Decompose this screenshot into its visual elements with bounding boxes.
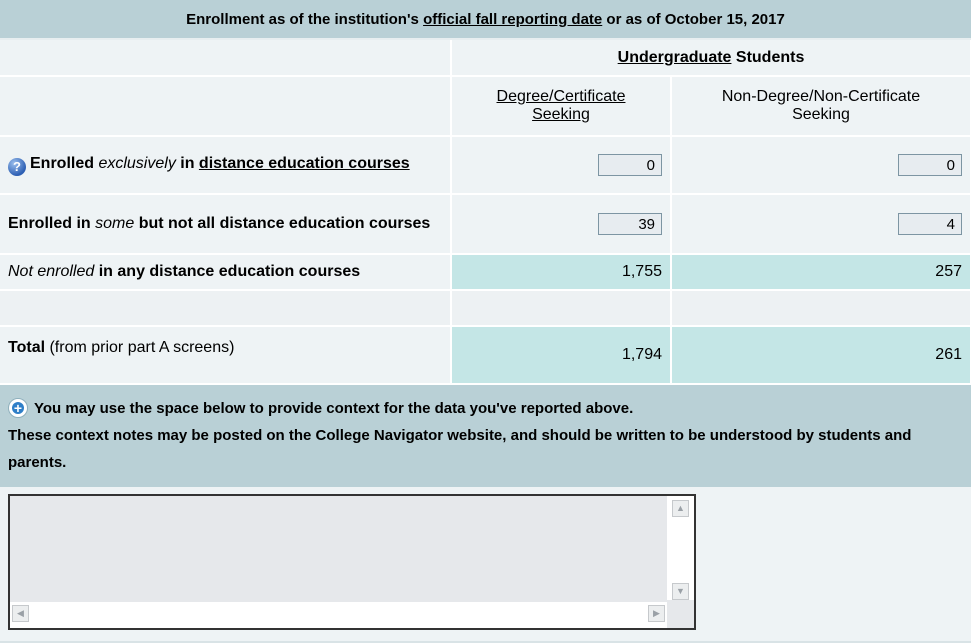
not-enrolled-degree-value: 1,755 (451, 254, 672, 291)
exclusive-non-degree-input[interactable]: 0 (898, 154, 962, 176)
table-row-exclusive: ? Enrolled exclusively in distance educat… (0, 136, 971, 195)
title-prefix: Enrollment as of the institution's (186, 10, 419, 28)
table-row-some: Enrolled in some but not all distance ed… (0, 194, 971, 255)
notes-container: ▲ ▼ ◀ ▶ (0, 487, 971, 643)
some-degree-input[interactable]: 39 (598, 213, 662, 235)
add-context-icon[interactable] (8, 398, 28, 418)
row-label-total: Total (from prior part A screens) (0, 326, 452, 385)
divider (0, 641, 971, 643)
column-header-row: Degree/Certificate Seeking Non-Degree/Non… (0, 76, 971, 137)
row-label-not-enrolled: Not enrolled in any distance education c… (0, 254, 452, 291)
horizontal-scrollbar[interactable]: ◀ ▶ (10, 602, 667, 628)
context-notes-header: You may use the space below to provide c… (0, 385, 971, 487)
non-degree-seeking-header: Non-Degree/Non-Certificate Seeking (671, 76, 971, 137)
row-label-exclusive: ? Enrolled exclusively in distance educat… (0, 136, 452, 195)
enrollment-form: Enrollment as of the institution's offic… (0, 0, 971, 644)
scroll-right-icon[interactable]: ▶ (648, 605, 665, 622)
scroll-left-icon[interactable]: ◀ (12, 605, 29, 622)
table-row-not-enrolled: Not enrolled in any distance education c… (0, 254, 971, 291)
context-line-2: These context notes may be posted on the… (8, 427, 912, 471)
page-title: Enrollment as of the institution's offic… (0, 0, 971, 40)
context-notes-textarea[interactable]: ▲ ▼ ◀ ▶ (8, 494, 696, 630)
enrollment-table: Undergraduate Students Degree/Certificat… (0, 40, 971, 385)
official-reporting-date-link[interactable]: official fall reporting date (423, 11, 602, 28)
undergraduate-header: Undergraduate Students (451, 40, 971, 77)
scroll-up-icon[interactable]: ▲ (672, 500, 689, 517)
group-header-row: Undergraduate Students (0, 40, 971, 77)
context-line-1: You may use the space below to provide c… (34, 400, 634, 417)
title-suffix: or as of October 15, 2017 (606, 10, 785, 28)
undergraduate-link[interactable]: Undergraduate (618, 49, 732, 66)
degree-seeking-header: Degree/Certificate Seeking (451, 76, 672, 137)
exclusive-degree-input[interactable]: 0 (598, 154, 662, 176)
total-non-degree-value: 261 (671, 326, 971, 385)
total-degree-value: 1,794 (451, 326, 672, 385)
some-non-degree-input[interactable]: 4 (898, 213, 962, 235)
vertical-scrollbar[interactable]: ▲ ▼ (667, 496, 694, 600)
spacer-row (0, 290, 971, 327)
help-icon[interactable]: ? (8, 157, 26, 176)
not-enrolled-non-degree-value: 257 (671, 254, 971, 291)
row-label-some: Enrolled in some but not all distance ed… (0, 194, 452, 255)
degree-seeking-link[interactable]: Degree/Certificate Seeking (497, 88, 626, 123)
distance-education-link[interactable]: distance education courses (199, 155, 410, 172)
table-row-total: Total (from prior part A screens) 1,794 … (0, 326, 971, 385)
scroll-down-icon[interactable]: ▼ (672, 583, 689, 600)
